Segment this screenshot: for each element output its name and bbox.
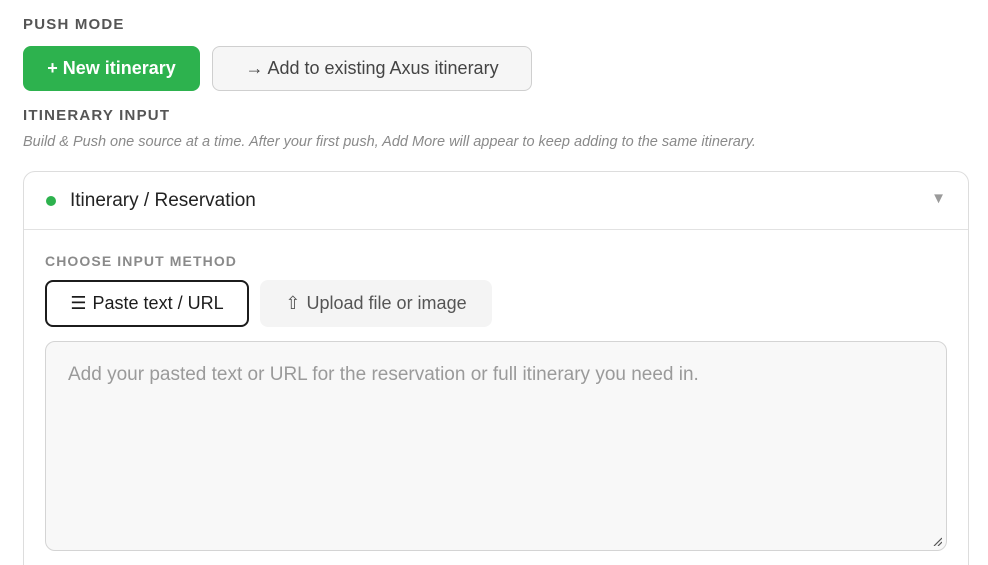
itinerary-input-helper-text: Build & Push one source at a time. After… bbox=[23, 134, 756, 150]
add-to-existing-itinerary-button[interactable]: → Add to existing Axus itinerary bbox=[212, 46, 532, 91]
new-itinerary-button[interactable]: + New itinerary bbox=[23, 46, 200, 91]
input-method-toggle: ☰ Paste text / URL ⇧ Upload file or imag… bbox=[45, 280, 492, 327]
push-mode-toggle: + New itinerary → Add to existing Axus i… bbox=[23, 46, 532, 91]
itinerary-reservation-card: Itinerary / Reservation ▼ CHOOSE INPUT M… bbox=[23, 171, 969, 565]
choose-input-method-label: CHOOSE INPUT METHOD bbox=[45, 253, 238, 269]
push-mode-label: PUSH MODE bbox=[23, 16, 125, 33]
upload-icon: ⇧ bbox=[285, 293, 301, 313]
chevron-down-icon[interactable]: ▼ bbox=[931, 190, 946, 207]
list-icon: ☰ bbox=[70, 293, 87, 313]
card-title: Itinerary / Reservation bbox=[70, 189, 256, 211]
itinerary-text-input[interactable] bbox=[68, 364, 924, 528]
itinerary-text-input-container bbox=[45, 341, 947, 551]
push-panel: PUSH MODE + New itinerary → Add to exist… bbox=[0, 0, 988, 565]
upload-file-image-button[interactable]: ⇧ Upload file or image bbox=[260, 280, 492, 327]
paste-text-url-button[interactable]: ☰ Paste text / URL bbox=[45, 280, 249, 327]
upload-file-image-label: Upload file or image bbox=[306, 293, 467, 313]
resize-grip-icon[interactable] bbox=[932, 536, 942, 546]
itinerary-input-label: ITINERARY INPUT bbox=[23, 107, 171, 124]
card-header[interactable]: Itinerary / Reservation ▼ bbox=[24, 172, 968, 230]
paste-text-url-label: Paste text / URL bbox=[92, 293, 224, 313]
status-dot-icon bbox=[46, 195, 56, 206]
